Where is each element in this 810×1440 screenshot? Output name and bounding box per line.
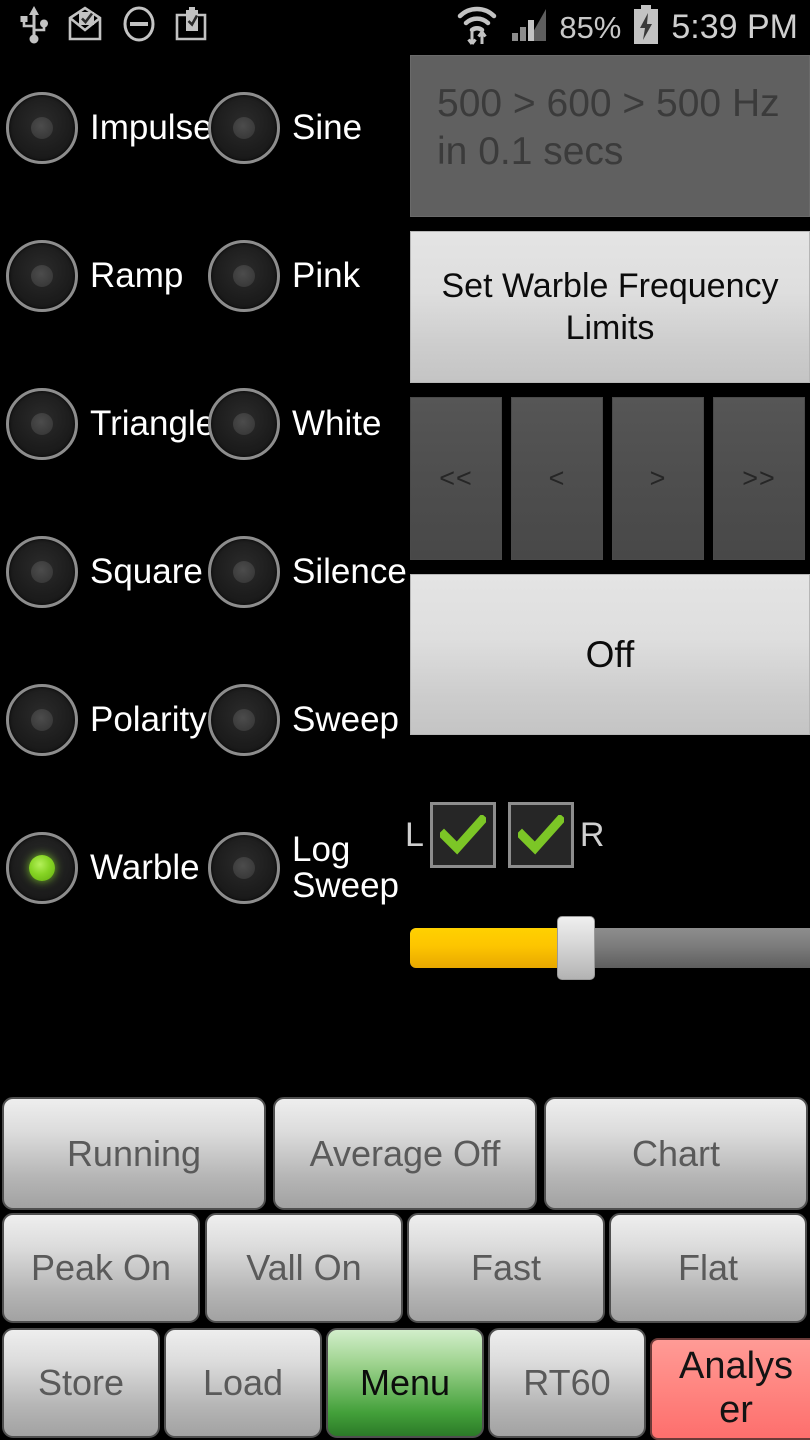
right-channel-label: R xyxy=(579,815,605,854)
left-channel-checkbox[interactable] xyxy=(429,802,496,868)
radio-label-sine: Sine xyxy=(292,108,363,148)
radio-option-polarity[interactable]: Polarity xyxy=(6,670,207,770)
right-channel-checkbox[interactable] xyxy=(507,802,574,868)
radio-row: Triangle White xyxy=(0,374,400,474)
do-not-disturb-icon xyxy=(120,5,158,48)
signal-type-radio-group: Impulse Sine Ramp Pink Triangle White Sq… xyxy=(0,78,407,998)
check-icon xyxy=(439,815,486,855)
radio-indicator-white[interactable] xyxy=(208,388,280,460)
analyser-button[interactable]: Analys er xyxy=(650,1338,810,1440)
status-bar-right-icons: 85% 5:39 PM xyxy=(455,2,798,53)
radio-row: Impulse Sine xyxy=(0,78,400,178)
nav-fast-back-button[interactable]: << xyxy=(410,397,502,560)
set-warble-frequency-limits-button[interactable]: Set Warble Frequency Limits xyxy=(410,231,810,383)
average-button[interactable]: Average Off xyxy=(273,1097,537,1210)
radio-option-ramp[interactable]: Ramp xyxy=(6,226,183,326)
level-slider-fill xyxy=(410,928,576,968)
cell-signal-icon xyxy=(509,5,549,50)
radio-indicator-warble[interactable] xyxy=(6,832,78,904)
radio-indicator-pink[interactable] xyxy=(208,240,280,312)
radio-option-white[interactable]: White xyxy=(208,374,381,474)
peak-button[interactable]: Peak On xyxy=(2,1213,200,1323)
radio-indicator-impulse[interactable] xyxy=(6,92,78,164)
running-button[interactable]: Running xyxy=(2,1097,266,1210)
status-bar: 85% 5:39 PM xyxy=(0,0,810,52)
radio-label-triangle: Triangle xyxy=(90,404,216,444)
radio-row: Square Silence xyxy=(0,522,407,622)
wifi-transfer-icon xyxy=(455,2,499,53)
level-slider-thumb[interactable] xyxy=(557,916,595,980)
usb-icon xyxy=(18,4,50,49)
radio-row: Warble Log Sweep xyxy=(0,818,400,918)
app-root: 85% 5:39 PM Impulse Sine Ramp Pink Trian… xyxy=(0,0,810,1440)
radio-indicator-sweep[interactable] xyxy=(208,684,280,756)
radio-indicator-log-sweep[interactable] xyxy=(208,832,280,904)
radio-indicator-polarity[interactable] xyxy=(6,684,78,756)
radio-indicator-silence[interactable] xyxy=(208,536,280,608)
level-slider[interactable] xyxy=(405,916,810,980)
rt60-button[interactable]: RT60 xyxy=(488,1328,646,1438)
frequency-nav-buttons: << < > >> xyxy=(410,397,810,560)
radio-row: Ramp Pink xyxy=(0,226,400,326)
nav-forward-button[interactable]: > xyxy=(612,397,704,560)
radio-label-log-sweep: Log Sweep xyxy=(292,830,400,905)
radio-option-triangle[interactable]: Triangle xyxy=(6,374,215,474)
radio-label-silence: Silence xyxy=(292,552,407,592)
radio-option-square[interactable]: Square xyxy=(6,522,203,622)
radio-indicator-square[interactable] xyxy=(6,536,78,608)
radio-option-sweep[interactable]: Sweep xyxy=(208,670,399,770)
load-button[interactable]: Load xyxy=(164,1328,322,1438)
briefcase-check-icon xyxy=(174,5,210,48)
weighting-button[interactable]: Flat xyxy=(609,1213,807,1323)
check-icon xyxy=(517,815,564,855)
radio-label-ramp: Ramp xyxy=(90,256,184,296)
radio-indicator-sine[interactable] xyxy=(208,92,280,164)
radio-option-impulse[interactable]: Impulse xyxy=(6,78,213,178)
warble-readout: 500 > 600 > 500 Hz in 0.1 secs xyxy=(410,55,810,217)
radio-row: Polarity Sweep xyxy=(0,670,400,770)
radio-option-silence[interactable]: Silence xyxy=(208,522,407,622)
radio-indicator-triangle[interactable] xyxy=(6,388,78,460)
radio-label-impulse: Impulse xyxy=(90,108,213,148)
radio-label-square: Square xyxy=(90,552,203,592)
channel-selector: L R xyxy=(405,790,810,880)
radio-label-white: White xyxy=(292,404,382,444)
status-bar-left-icons xyxy=(18,4,210,49)
radio-option-warble[interactable]: Warble xyxy=(6,818,200,918)
clock-label: 5:39 PM xyxy=(671,8,798,46)
mail-open-check-icon xyxy=(66,6,104,47)
radio-indicator-ramp[interactable] xyxy=(6,240,78,312)
vall-button[interactable]: Vall On xyxy=(205,1213,403,1323)
battery-percent-label: 85% xyxy=(559,9,622,45)
chart-button[interactable]: Chart xyxy=(544,1097,808,1210)
radio-label-warble: Warble xyxy=(90,848,200,888)
radio-label-pink: Pink xyxy=(292,256,361,296)
radio-option-pink[interactable]: Pink xyxy=(208,226,360,326)
radio-option-log-sweep[interactable]: Log Sweep xyxy=(208,818,399,918)
level-slider-track[interactable] xyxy=(410,928,810,968)
menu-button[interactable]: Menu xyxy=(326,1328,484,1438)
nav-back-button[interactable]: < xyxy=(511,397,603,560)
radio-option-sine[interactable]: Sine xyxy=(208,78,362,178)
store-button[interactable]: Store xyxy=(2,1328,160,1438)
left-channel-label: L xyxy=(405,815,424,854)
radio-label-polarity: Polarity xyxy=(90,700,207,740)
speed-button[interactable]: Fast xyxy=(407,1213,605,1323)
nav-fast-forward-button[interactable]: >> xyxy=(713,397,805,560)
radio-label-sweep: Sweep xyxy=(292,700,400,740)
output-toggle-button[interactable]: Off xyxy=(410,574,810,735)
battery-charging-icon xyxy=(631,4,661,51)
